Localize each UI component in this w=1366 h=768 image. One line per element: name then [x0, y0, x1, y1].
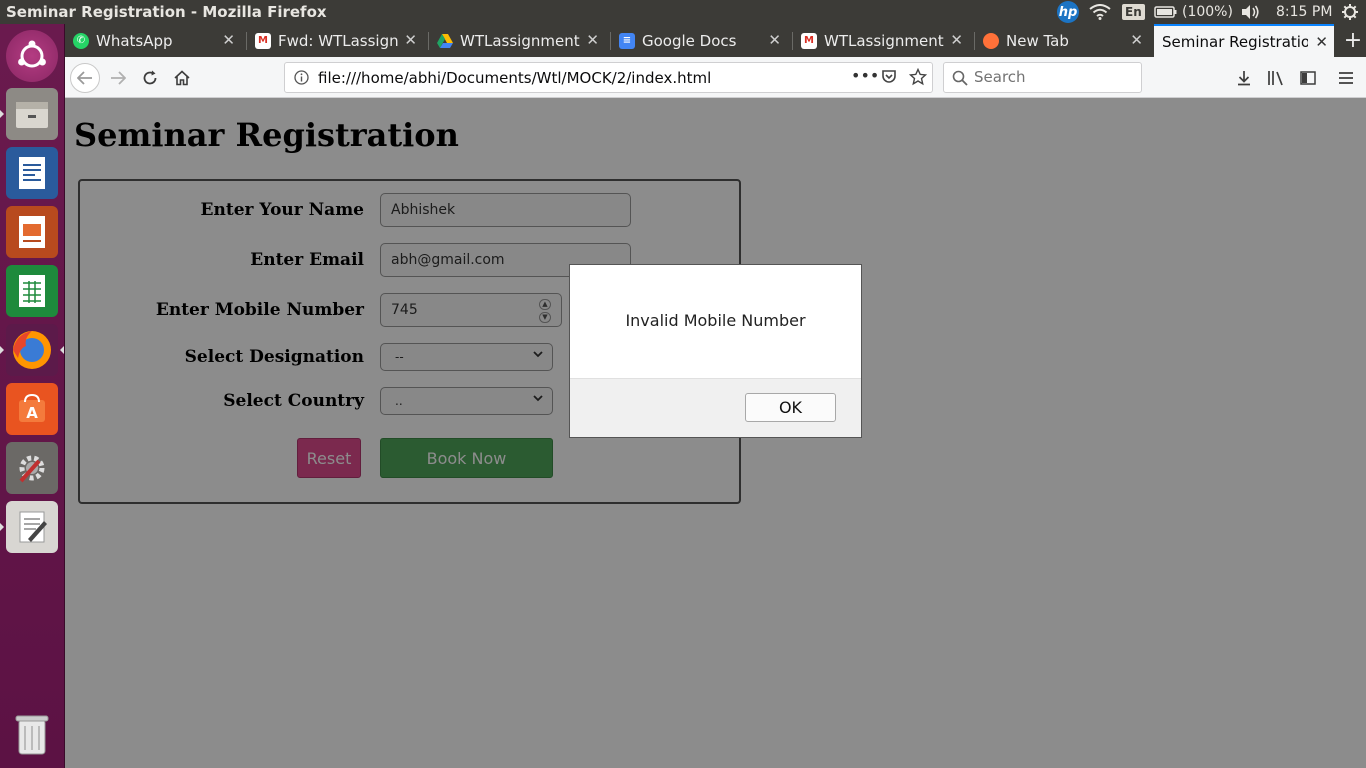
firefox-icon: [983, 32, 999, 49]
browser-nav-bar: file:///home/abhi/Documents/Wtl/MOCK/2/i…: [65, 57, 1366, 98]
hamburger-menu-icon: [1339, 72, 1353, 84]
wifi-icon[interactable]: [1089, 0, 1111, 24]
session-gear-icon[interactable]: [1341, 0, 1359, 24]
new-tab-button[interactable]: +: [1340, 24, 1366, 57]
launcher-active-indicator: [60, 346, 64, 354]
unity-launcher: A: [0, 24, 65, 768]
back-arrow-icon: [77, 71, 92, 85]
battery-icon: [1154, 6, 1177, 18]
trash-icon[interactable]: [6, 708, 58, 760]
close-tab-icon[interactable]: ✕: [586, 31, 599, 49]
downloads-button[interactable]: [1229, 63, 1259, 93]
download-icon: [1238, 71, 1250, 86]
files-icon[interactable]: [6, 88, 58, 140]
whatsapp-icon: ✆: [73, 32, 89, 49]
tab-seminar-registration[interactable]: Seminar Registration ✕: [1154, 24, 1334, 57]
forward-button[interactable]: [103, 63, 133, 93]
battery-indicator[interactable]: (100%): [1154, 0, 1233, 24]
launcher-running-indicator: [0, 110, 4, 118]
bookmark-star-icon[interactable]: [908, 67, 928, 90]
library-icon: [1268, 71, 1283, 86]
clock[interactable]: 8:15 PM: [1276, 0, 1332, 24]
libreoffice-writer-icon[interactable]: [6, 147, 58, 199]
url-bar[interactable]: file:///home/abhi/Documents/Wtl/MOCK/2/i…: [284, 62, 933, 93]
volume-icon[interactable]: [1240, 0, 1260, 24]
library-button[interactable]: [1261, 63, 1291, 93]
firefox-icon[interactable]: [6, 324, 58, 376]
ubuntu-dash-icon[interactable]: [6, 30, 58, 82]
reload-button[interactable]: [135, 63, 165, 93]
google-drive-icon: [437, 33, 453, 49]
close-tab-icon[interactable]: ✕: [222, 31, 235, 49]
window-title: Seminar Registration - Mozilla Firefox: [6, 3, 327, 21]
tab-new-tab[interactable]: New Tab ✕: [975, 24, 1153, 57]
sidebar-toggle-button[interactable]: [1293, 63, 1323, 93]
system-top-bar: Seminar Registration - Mozilla Firefox h…: [0, 0, 1366, 24]
close-tab-icon[interactable]: ✕: [768, 31, 781, 49]
tab-whatsapp[interactable]: ✆ WhatsApp ✕: [65, 24, 245, 57]
home-icon: [174, 70, 190, 86]
launcher-running-indicator: [0, 346, 4, 354]
url-text: file:///home/abhi/Documents/Wtl/MOCK/2/i…: [318, 69, 712, 87]
system-settings-icon[interactable]: [6, 442, 58, 494]
tab-google-docs[interactable]: ≡ Google Docs ✕: [611, 24, 791, 57]
browser-tab-strip: ✆ WhatsApp ✕ M Fwd: WTLassignm ✕ WTLassi…: [65, 24, 1366, 57]
back-button[interactable]: [70, 63, 100, 93]
text-editor-icon[interactable]: [6, 501, 58, 553]
forward-arrow-icon: [111, 71, 126, 85]
alert-footer: OK: [570, 378, 861, 437]
battery-percent: (100%): [1182, 4, 1233, 20]
gmail-icon: M: [255, 32, 271, 49]
pocket-icon[interactable]: [881, 69, 897, 89]
keyboard-layout-indicator[interactable]: En: [1122, 0, 1145, 24]
hp-icon[interactable]: hp: [1057, 0, 1079, 24]
launcher-running-indicator: [0, 523, 4, 531]
gmail-icon: M: [801, 32, 817, 49]
page-actions-menu-icon[interactable]: •••: [851, 66, 879, 85]
menu-button[interactable]: [1331, 63, 1361, 93]
alert-dialog: Invalid Mobile Number OK: [569, 264, 862, 438]
search-input[interactable]: [974, 68, 1134, 86]
libreoffice-impress-icon[interactable]: [6, 206, 58, 258]
close-tab-icon[interactable]: ✕: [950, 31, 963, 49]
home-button[interactable]: [167, 63, 197, 93]
svg-text:A: A: [26, 404, 38, 422]
reload-icon: [143, 70, 157, 85]
info-icon[interactable]: [294, 70, 309, 89]
tab-google-drive[interactable]: WTLassignments ✕: [429, 24, 609, 57]
ubuntu-software-icon[interactable]: A: [6, 383, 58, 435]
google-docs-icon: ≡: [619, 32, 635, 49]
search-bar[interactable]: [943, 62, 1142, 93]
alert-message: Invalid Mobile Number: [625, 311, 806, 330]
tab-gmail-wtl[interactable]: M WTLassignments ✕: [793, 24, 973, 57]
close-tab-icon[interactable]: ✕: [1315, 33, 1328, 51]
close-tab-icon[interactable]: ✕: [404, 31, 417, 49]
close-tab-icon[interactable]: ✕: [1130, 31, 1143, 49]
sidebar-icon: [1300, 71, 1316, 85]
tab-gmail-fwd[interactable]: M Fwd: WTLassignm ✕: [247, 24, 427, 57]
libreoffice-calc-icon[interactable]: [6, 265, 58, 317]
ok-button[interactable]: OK: [745, 393, 836, 422]
search-icon: [952, 70, 968, 90]
